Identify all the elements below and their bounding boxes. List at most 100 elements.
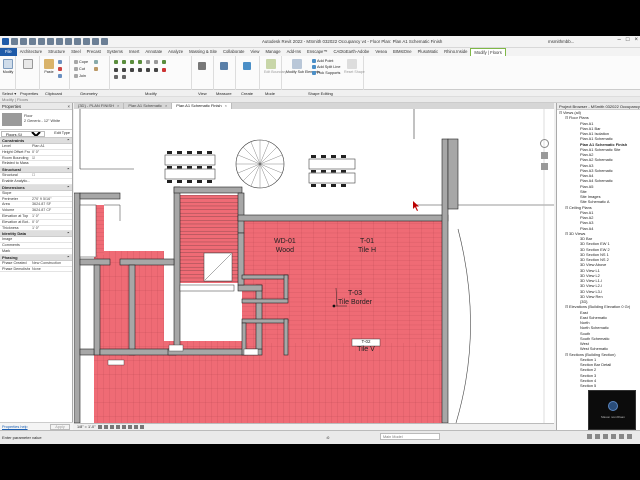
ribbon-tab-modify-floors[interactable]: Modify | Floors (470, 48, 506, 56)
ribbon-tab-insert[interactable]: Insert (126, 48, 142, 56)
property-value[interactable]: 0' 0" (30, 220, 72, 225)
modify-button[interactable]: Modify (1, 59, 15, 77)
pick-supports-button[interactable]: Pick Supports (312, 71, 340, 75)
ribbon-tab-plusomatic[interactable]: PlusoMatic (415, 48, 441, 56)
instance-filter-select[interactable]: Floors (1) (1, 131, 45, 137)
ribbon-tab-add-ins[interactable]: Add-Ins (284, 48, 304, 56)
view-override-icon[interactable] (198, 62, 206, 70)
property-value[interactable]: 3624.87 CF (30, 208, 72, 213)
ribbon-tab-collaborate[interactable]: Collaborate (220, 48, 247, 56)
drawing-canvas[interactable]: WD-01 Wood T-01 Tile H T-03 Tile Border … (74, 109, 554, 423)
reset-shape-button[interactable]: Reset Shape (344, 59, 365, 77)
mirror-draw-icon[interactable] (138, 60, 142, 64)
text-icon[interactable] (65, 38, 72, 45)
save-icon[interactable] (20, 38, 27, 45)
ribbon-tab-enscape[interactable]: Enscape™ (304, 48, 330, 56)
section-icon[interactable] (83, 38, 90, 45)
copy-icon[interactable] (58, 60, 62, 64)
view-scale[interactable]: 1/8" = 1'-0" (77, 425, 96, 429)
steering-wheel-icon[interactable] (540, 152, 548, 159)
ribbon-tab-manage[interactable]: Manage (262, 48, 283, 56)
visual-style-icon[interactable] (104, 425, 108, 429)
shadows-icon[interactable] (116, 425, 120, 429)
mirror-pick-icon[interactable] (130, 60, 134, 64)
edit-boundary-button[interactable]: Edit Boundary (264, 59, 287, 77)
rotate-icon[interactable] (130, 68, 134, 72)
select-dropdown[interactable]: Select ▾ (2, 91, 16, 96)
type-selector[interactable]: Floor 2 Generic - 12" White (0, 110, 72, 130)
property-value[interactable]: None (30, 267, 72, 272)
open-icon[interactable] (11, 38, 18, 45)
join-button[interactable]: Join (74, 74, 86, 78)
zoom-icon[interactable] (540, 163, 548, 170)
close-icon[interactable]: × (225, 103, 227, 108)
view-cube-icon[interactable] (539, 139, 549, 148)
floor-tag-tile-h[interactable]: T-01 Tile H (358, 237, 376, 255)
sun-path-icon[interactable] (110, 425, 114, 429)
select-links-icon[interactable] (587, 434, 592, 439)
floor-tag-tile-v[interactable]: T-02 Tile V (352, 338, 380, 354)
property-value[interactable]: 270' 9 5/16" (30, 197, 72, 202)
properties-button[interactable] (21, 59, 35, 77)
property-value[interactable] (30, 243, 72, 248)
modify-sub-elements-button[interactable]: Modify Sub Elements (286, 59, 320, 77)
ribbon-tab-bimstone[interactable]: BIMstOne (390, 48, 415, 56)
match-properties-icon[interactable] (58, 74, 62, 78)
close-icon[interactable]: × (634, 37, 638, 43)
cut-icon[interactable] (58, 67, 62, 71)
floor-tag-tile-border[interactable]: T-03 Tile Border (338, 289, 372, 307)
close-icon[interactable]: × (117, 103, 119, 108)
undo-icon[interactable] (29, 38, 36, 45)
array-icon[interactable] (154, 68, 158, 72)
ribbon-tab-rhino-inside[interactable]: Rhino.Inside (441, 48, 470, 56)
scale-icon[interactable] (114, 75, 118, 79)
property-value[interactable] (30, 161, 72, 166)
close-icon[interactable]: × (165, 103, 167, 108)
ribbon-tab-structure[interactable]: Structure (45, 48, 68, 56)
select-underlay-icon[interactable] (595, 434, 600, 439)
property-value[interactable]: New Construction (30, 261, 72, 266)
crop-view-icon[interactable] (122, 425, 126, 429)
split-icon[interactable] (146, 60, 150, 64)
browser-view-item[interactable]: Section 5 (557, 383, 640, 388)
ribbon-tab-precast[interactable]: Precast (84, 48, 104, 56)
property-value[interactable]: Plan A1 (30, 144, 72, 149)
maximize-icon[interactable]: □ (626, 37, 630, 43)
ribbon-tab-file[interactable]: File (0, 48, 17, 56)
property-value[interactable]: 1' 0" (30, 226, 72, 231)
wall-join-icon[interactable] (94, 60, 98, 64)
chevron-up-icon[interactable]: ⌃ (67, 167, 70, 172)
property-value[interactable] (30, 237, 72, 242)
property-value[interactable]: 1' 0" (30, 214, 72, 219)
trim-single-icon[interactable] (146, 68, 150, 72)
add-point-button[interactable]: Add Point (312, 59, 333, 63)
ribbon-tab-view[interactable]: View (247, 48, 262, 56)
ribbon-tab-vesea[interactable]: Vesea (372, 48, 390, 56)
properties-help-link[interactable]: Properties help (2, 425, 28, 429)
ribbon-tab-massing-site[interactable]: Massing & Site (186, 48, 220, 56)
floor-tag-wood[interactable]: WD-01 Wood (274, 237, 296, 255)
detail-level-icon[interactable] (98, 425, 102, 429)
select-by-face-icon[interactable] (611, 434, 616, 439)
temporary-hide-icon[interactable] (134, 425, 138, 429)
chevron-up-icon[interactable]: ⌃ (67, 255, 70, 260)
ribbon-tab-architecture[interactable]: Architecture (17, 48, 45, 56)
delete-icon[interactable] (162, 68, 166, 72)
offset-icon[interactable] (122, 60, 126, 64)
user-account[interactable]: msmithmbb... (548, 39, 574, 44)
print-icon[interactable] (47, 38, 54, 45)
design-option-field[interactable]: Main Model (380, 433, 440, 440)
reveal-hidden-icon[interactable] (140, 425, 144, 429)
property-value[interactable]: ☑ (30, 156, 72, 161)
cope-button[interactable]: Cope (74, 60, 88, 64)
app-logo-icon[interactable] (2, 38, 9, 45)
measure-tool-icon[interactable] (220, 62, 228, 70)
add-split-line-button[interactable]: Add Split Line (312, 65, 340, 69)
copy-element-icon[interactable] (122, 68, 126, 72)
filter-icon[interactable] (627, 434, 632, 439)
unpin-icon[interactable] (122, 75, 126, 79)
redo-icon[interactable] (38, 38, 45, 45)
minimize-icon[interactable]: – (618, 37, 621, 43)
browser-category[interactable]: ⊟Elevations (Building Elevation 0 Gr) (557, 304, 640, 309)
ribbon-tab-systems[interactable]: Systems (104, 48, 126, 56)
